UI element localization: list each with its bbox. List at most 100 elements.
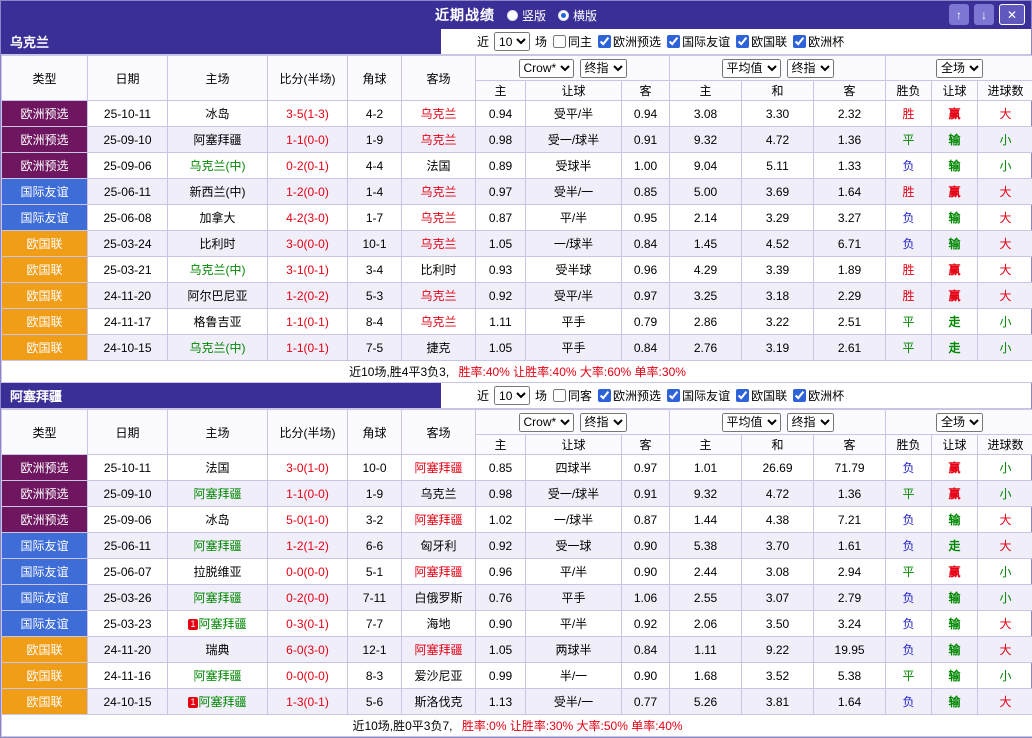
score: 4-2(3-0) xyxy=(268,205,348,231)
scroll-down-button[interactable]: ↓ xyxy=(974,4,994,25)
col-header-handicap: 让球 xyxy=(526,435,622,455)
competition-checkbox-input[interactable] xyxy=(598,35,611,48)
competition-checkbox-input[interactable] xyxy=(598,389,611,402)
same-venue-checkbox[interactable]: 同主 xyxy=(549,33,592,50)
odds-home: 0.96 xyxy=(476,559,526,585)
competition-checkbox-input[interactable] xyxy=(736,389,749,402)
match-count-select[interactable]: 10 xyxy=(494,32,530,51)
average-select[interactable]: 平均值 xyxy=(722,413,781,432)
match-count-select[interactable]: 10 xyxy=(494,386,530,405)
goals-result: 大 xyxy=(1000,211,1012,225)
col-header-handicap: 让球 xyxy=(526,81,622,101)
corners: 6-6 xyxy=(348,533,402,559)
bookmaker-select[interactable]: Crow* xyxy=(519,413,574,432)
competition-checkbox[interactable]: 国际友谊 xyxy=(663,33,730,50)
col-header-avg-draw: 和 xyxy=(742,435,814,455)
handicap-result: 输 xyxy=(949,591,961,605)
handicap-result: 赢 xyxy=(949,185,961,199)
col-header-type: 类型 xyxy=(2,410,88,455)
avg-away: 5.38 xyxy=(814,663,886,689)
odds-home: 0.76 xyxy=(476,585,526,611)
layout-vertical-radio[interactable]: 竖版 xyxy=(507,7,546,24)
corners: 10-1 xyxy=(348,231,402,257)
competition-checkbox[interactable]: 欧洲预选 xyxy=(594,387,661,404)
goals-result: 小 xyxy=(1000,159,1012,173)
col-header-odds-home: 主 xyxy=(476,435,526,455)
match-result: 胜 xyxy=(903,289,915,303)
same-venue-checkbox-input[interactable] xyxy=(553,389,566,402)
avg-away: 19.95 xyxy=(814,637,886,663)
competition-checkbox[interactable]: 欧国联 xyxy=(732,387,787,404)
handicap-line: 受一球 xyxy=(526,533,622,559)
scope-select[interactable]: 全场 xyxy=(936,59,983,78)
bookmaker-select[interactable]: Crow* xyxy=(519,59,574,78)
goals-result: 大 xyxy=(1000,513,1012,527)
home-cell: 冰岛 xyxy=(168,101,268,127)
home-team: 乌克兰(中) xyxy=(190,341,246,355)
match-result: 平 xyxy=(903,341,915,355)
home-team: 新西兰(中) xyxy=(190,185,246,199)
odds-home: 0.92 xyxy=(476,533,526,559)
col-header-avg-away: 客 xyxy=(814,81,886,101)
handicap-line: 平/半 xyxy=(526,559,622,585)
average-type-select[interactable]: 终指 xyxy=(787,413,834,432)
home-cell: 新西兰(中) xyxy=(168,179,268,205)
handicap-line: 平手 xyxy=(526,585,622,611)
avg-away: 7.21 xyxy=(814,507,886,533)
scope-select[interactable]: 全场 xyxy=(936,413,983,432)
score: 1-2(1-2) xyxy=(268,533,348,559)
match-row: 欧国联 25-03-24 比利时 3-0(0-0) 10-1 乌克兰 1.05 … xyxy=(2,231,1032,257)
handicap-result: 输 xyxy=(949,617,961,631)
col-header-avg-home: 主 xyxy=(670,435,742,455)
goals-result: 大 xyxy=(1000,107,1012,121)
odds-away: 0.84 xyxy=(622,637,670,663)
col-header-avg-away: 客 xyxy=(814,435,886,455)
handicap-result-cell: 赢 xyxy=(932,257,978,283)
close-button[interactable]: ✕ xyxy=(999,4,1025,25)
goals-cell: 大 xyxy=(978,689,1032,715)
handicap-result-cell: 输 xyxy=(932,127,978,153)
competition-checkbox-input[interactable] xyxy=(736,35,749,48)
handicap-result: 赢 xyxy=(949,461,961,475)
home-cell: 格鲁吉亚 xyxy=(168,309,268,335)
same-venue-checkbox[interactable]: 同客 xyxy=(549,387,592,404)
odds-type-select[interactable]: 终指 xyxy=(580,413,627,432)
home-cell: 阿尔巴尼亚 xyxy=(168,283,268,309)
home-team: 阿塞拜疆 xyxy=(199,617,247,631)
competition-cell: 欧国联 xyxy=(2,663,88,689)
competition-checkbox-input[interactable] xyxy=(667,35,680,48)
avg-away: 1.89 xyxy=(814,257,886,283)
odds-home: 1.13 xyxy=(476,689,526,715)
home-cell: 乌克兰(中) xyxy=(168,257,268,283)
avg-away: 1.36 xyxy=(814,481,886,507)
odds-home: 1.05 xyxy=(476,335,526,361)
competition-checkbox-input[interactable] xyxy=(793,35,806,48)
away-team: 爱沙尼亚 xyxy=(414,669,462,683)
competition-checkbox[interactable]: 欧洲预选 xyxy=(594,33,661,50)
average-select[interactable]: 平均值 xyxy=(722,59,781,78)
match-result: 平 xyxy=(903,487,915,501)
same-venue-checkbox-input[interactable] xyxy=(553,35,566,48)
competition-checkbox[interactable]: 欧国联 xyxy=(732,33,787,50)
score: 0-0(0-0) xyxy=(268,559,348,585)
competition-checkbox-input[interactable] xyxy=(793,389,806,402)
competition-checkbox-input[interactable] xyxy=(667,389,680,402)
odds-type-select[interactable]: 终指 xyxy=(580,59,627,78)
home-team: 阿塞拜疆 xyxy=(193,591,241,605)
competition-checkbox[interactable]: 欧洲杯 xyxy=(789,33,844,50)
handicap-result-cell: 赢 xyxy=(932,101,978,127)
scroll-up-button[interactable]: ↑ xyxy=(949,4,969,25)
avg-home: 9.32 xyxy=(670,481,742,507)
goals-result: 小 xyxy=(1000,315,1012,329)
odds-away: 0.90 xyxy=(622,663,670,689)
competition-checkbox[interactable]: 国际友谊 xyxy=(663,387,730,404)
layout-vertical-label: 竖版 xyxy=(522,7,546,24)
away-team: 乌克兰 xyxy=(420,211,456,225)
layout-horizontal-radio[interactable]: 横版 xyxy=(558,7,597,24)
match-row: 欧国联 25-03-21 乌克兰(中) 3-1(0-1) 3-4 比利时 0.9… xyxy=(2,257,1032,283)
handicap-result: 输 xyxy=(949,669,961,683)
match-result: 负 xyxy=(903,237,915,251)
competition-checkbox[interactable]: 欧洲杯 xyxy=(789,387,844,404)
avg-home: 5.00 xyxy=(670,179,742,205)
average-type-select[interactable]: 终指 xyxy=(787,59,834,78)
